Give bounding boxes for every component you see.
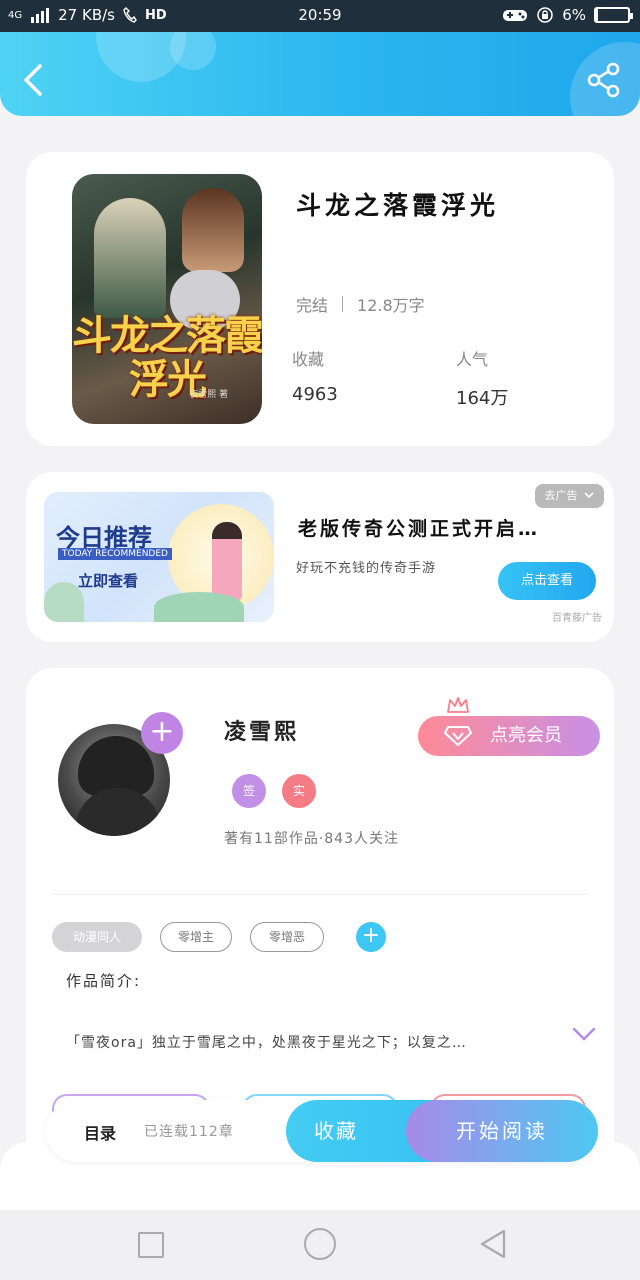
battery-icon	[594, 7, 633, 23]
system-nav-bar	[0, 1210, 640, 1280]
rotation-lock-icon	[537, 7, 553, 23]
tag-item[interactable]: 零增恶	[250, 922, 324, 952]
avatar-hair	[78, 736, 154, 796]
tag-fan-fiction[interactable]: 动漫同人	[52, 922, 142, 952]
action-bar: 目录 已连载112章 收藏 开始阅读	[46, 1100, 598, 1162]
popularity-value: 164万	[456, 388, 509, 409]
ad-image-subtitle: TODAY RECOMMENDED	[58, 548, 172, 560]
ad-source: 百青藤广告	[552, 613, 602, 624]
battery-percent: 6%	[562, 6, 586, 24]
verified-badge: 实	[282, 774, 316, 808]
ad-image-hill	[154, 592, 244, 622]
toc-button[interactable]: 目录	[84, 1120, 116, 1144]
ad-image-figure	[212, 522, 242, 600]
ad-view-button[interactable]: 点击查看	[498, 562, 596, 600]
vip-label: 点亮会员	[490, 725, 562, 746]
chevron-down-icon	[584, 492, 594, 499]
popularity-label: 人气	[456, 350, 489, 369]
word-count: 12.8万字	[357, 296, 425, 315]
section-divider	[52, 894, 588, 895]
book-meta: 完结 12.8万字	[296, 292, 425, 316]
tag-item[interactable]: 零增主	[160, 922, 232, 952]
meta-divider	[342, 296, 344, 312]
follow-button[interactable]: +	[141, 712, 183, 754]
avatar-body	[76, 788, 160, 836]
remove-ad-label: 去广告	[544, 489, 578, 502]
book-title: 斗龙之落霞浮光	[296, 191, 500, 220]
ad-title: 老版传奇公测正式开启…	[298, 518, 541, 540]
signed-badge: 签	[232, 774, 266, 808]
book-status: 完结	[296, 296, 329, 315]
ad-image-cta: 立即查看	[78, 572, 139, 590]
popularity-stat: 人气 164万	[456, 346, 508, 410]
chapter-count[interactable]: 已连载112章	[144, 1121, 234, 1141]
ad-description: 好玩不充钱的传奇手游	[296, 561, 437, 576]
clock: 20:59	[298, 6, 342, 24]
cover-author: 夜雪熙 著	[189, 390, 228, 400]
header-bubble	[170, 32, 216, 70]
recent-apps-icon[interactable]	[138, 1232, 164, 1258]
diamond-icon	[444, 726, 472, 746]
nav-back-icon[interactable]	[478, 1228, 508, 1260]
cover-figure	[182, 188, 244, 272]
vip-button[interactable]: 点亮会员	[418, 716, 600, 756]
favorites-value: 4963	[292, 384, 338, 405]
cover-figure	[94, 198, 166, 318]
back-icon[interactable]	[18, 60, 52, 100]
favorites-stat: 收藏 4963	[292, 346, 338, 405]
start-reading-button[interactable]: 开始阅读	[406, 1100, 598, 1162]
status-bar: 4G 27 KB/s HD 20:59 6%	[0, 0, 640, 32]
author-stats: 著有11部作品·843人关注	[224, 831, 399, 847]
chevron-down-icon[interactable]	[572, 1026, 596, 1042]
ad-image[interactable]: 今日推荐 TODAY RECOMMENDED 立即查看	[44, 492, 274, 622]
gamepad-icon	[503, 10, 528, 21]
cover-title: 斗龙之落霞浮光	[72, 312, 262, 403]
book-cover[interactable]: 斗龙之落霞浮光 夜雪熙 著	[72, 174, 262, 424]
remove-ad-button[interactable]: 去广告	[534, 484, 604, 508]
header	[0, 32, 640, 116]
intro-text[interactable]: 「雪夜ora」独立于雪尾之中，处黑夜于星光之下；以复之…	[66, 1032, 546, 1052]
home-icon[interactable]	[304, 1228, 336, 1260]
ad-card[interactable]: 今日推荐 TODAY RECOMMENDED 立即查看 去广告 老版传奇公测正式…	[26, 472, 614, 642]
author-name[interactable]: 凌雪熙	[224, 714, 299, 746]
share-icon[interactable]	[586, 62, 622, 98]
crown-icon	[447, 697, 469, 713]
favorites-label: 收藏	[292, 350, 325, 369]
book-info-card: 斗龙之落霞浮光 夜雪熙 著 斗龙之落霞浮光 完结 12.8万字 收藏 4963 …	[26, 152, 614, 446]
add-tag-button[interactable]: +	[356, 922, 386, 952]
intro-label: 作品简介:	[66, 972, 142, 990]
